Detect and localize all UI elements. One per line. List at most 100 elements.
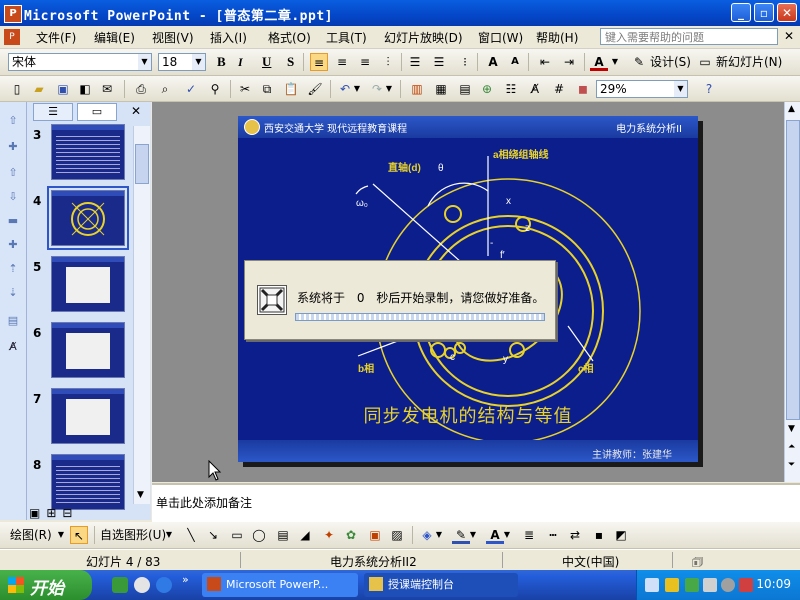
align-right-icon[interactable]: ≡ — [356, 53, 374, 71]
chevron-down-icon[interactable]: ▼ — [56, 526, 66, 544]
close-document-icon[interactable]: ✕ — [784, 29, 794, 43]
chevron-down-icon[interactable]: ▼ — [192, 54, 205, 70]
permission-icon[interactable]: ◧ — [76, 80, 94, 98]
notes-placeholder[interactable]: 单击此处添加备注 — [156, 494, 252, 511]
color-grayscale-icon[interactable]: ◼ — [574, 80, 592, 98]
align-left-icon[interactable]: ≡ — [310, 53, 328, 71]
autoshapes-button[interactable]: 自选图形(U) — [100, 526, 166, 544]
close-icon[interactable]: ✕ — [131, 104, 141, 118]
chevron-down-icon[interactable]: ▼ — [434, 526, 444, 544]
slide-thumbnail[interactable] — [51, 454, 125, 510]
tables-borders-icon[interactable]: ▤ — [456, 80, 474, 98]
close-button[interactable]: ✕ — [777, 3, 797, 22]
font-name-combo[interactable]: 宋体 ▼ — [8, 53, 152, 71]
tray-app-icon[interactable] — [739, 578, 753, 592]
arrow-up-icon[interactable]: ⇧ — [5, 114, 21, 128]
internet-explorer-icon[interactable] — [156, 577, 172, 593]
chevron-down-icon[interactable]: ▼ — [352, 80, 362, 98]
shadow-style-icon[interactable]: ▪ — [590, 526, 608, 544]
menu-help[interactable]: 帮助(H) — [536, 29, 578, 46]
help-icon[interactable]: ? — [700, 80, 718, 98]
menu-tools[interactable]: 工具(T) — [326, 29, 367, 46]
chevron-down-icon[interactable]: ▼ — [610, 53, 620, 71]
line-icon[interactable]: ╲ — [182, 526, 200, 544]
summary-slide-icon[interactable]: ▤ — [5, 314, 21, 328]
shadow-button[interactable]: S — [287, 53, 294, 71]
line-style-icon[interactable]: ≣ — [520, 526, 538, 544]
minus-icon[interactable]: ▬ — [5, 214, 21, 228]
menu-slideshow[interactable]: 幻灯片放映(D) — [384, 29, 463, 46]
chevron-up-icon[interactable]: ▲ — [788, 104, 795, 114]
research-icon[interactable]: ⚲ — [206, 80, 224, 98]
distribute-icon[interactable]: ⫶ — [379, 53, 397, 71]
new-slide-button[interactable]: 新幻灯片(N) — [716, 53, 782, 71]
pen-icon[interactable] — [665, 578, 679, 592]
volume-icon[interactable] — [721, 578, 735, 592]
cut-icon[interactable]: ✂ — [236, 80, 254, 98]
print-icon[interactable]: ⎙ — [132, 80, 150, 98]
scroll-thumb[interactable] — [786, 120, 800, 420]
chevron-down-icon[interactable]: ▼ — [674, 81, 687, 97]
menu-format[interactable]: 格式(O) — [268, 29, 311, 46]
expand-icon[interactable]: ⇣ — [5, 286, 21, 300]
align-center-icon[interactable]: ≡ — [333, 53, 351, 71]
decrease-indent-icon[interactable]: ⇤ — [536, 53, 554, 71]
chevron-down-icon[interactable]: ▼ — [164, 526, 174, 544]
chevron-down-icon[interactable]: ▼ — [468, 526, 478, 544]
monitor-icon[interactable] — [703, 578, 717, 592]
picture-icon[interactable]: ▨ — [388, 526, 406, 544]
diagram-icon[interactable]: ✦ — [320, 526, 338, 544]
menu-insert[interactable]: 插入(I) — [210, 29, 247, 46]
tab-outline[interactable]: ☰ — [33, 103, 73, 121]
numbering-icon[interactable]: ☰ — [406, 53, 424, 71]
bold-button[interactable]: B — [217, 53, 226, 71]
help-search-input[interactable]: 键入需要帮助的问题 — [600, 28, 778, 45]
increase-font-icon[interactable]: A — [484, 53, 502, 71]
save-icon[interactable]: ▣ — [54, 80, 72, 98]
insert-chart-icon[interactable]: ▥ — [408, 80, 426, 98]
underline-button[interactable]: U — [262, 53, 271, 71]
new-slide-icon[interactable]: ▭ — [696, 53, 714, 71]
show-formatting-icon[interactable]: A̸ — [5, 340, 21, 354]
chevron-down-icon[interactable]: ▼ — [788, 424, 795, 434]
slide-sorter-icon[interactable]: ⊞ — [46, 506, 56, 520]
select-objects-icon[interactable]: ↖ — [70, 526, 88, 544]
title-bar[interactable]: P Microsoft PowerPoint - [普态第二章.ppt] _ ▫… — [0, 0, 800, 26]
textbox-icon[interactable]: ▤ — [274, 526, 292, 544]
arrow-up-icon[interactable]: ⇧ — [5, 166, 21, 180]
quicklaunch-more-icon[interactable]: » — [182, 573, 189, 586]
menu-window[interactable]: 窗口(W) — [478, 29, 523, 46]
menu-file[interactable]: 文件(F) — [36, 29, 76, 46]
rectangle-icon[interactable]: ▭ — [228, 526, 246, 544]
show-grid-icon[interactable]: # — [550, 80, 568, 98]
arrow-icon[interactable]: ↘ — [204, 526, 222, 544]
italic-button[interactable]: I — [238, 53, 243, 71]
language-bar-icon[interactable] — [645, 578, 659, 592]
font-color-icon[interactable]: A — [590, 53, 608, 71]
plus-icon[interactable]: ✚ — [5, 238, 21, 252]
bullets-icon[interactable]: ☰ — [430, 53, 448, 71]
wordart-icon[interactable]: ◢ — [296, 526, 314, 544]
maximize-button[interactable]: ▫ — [754, 3, 774, 22]
insert-table-icon[interactable]: ▦ — [432, 80, 450, 98]
clipart-icon[interactable]: ✿ — [342, 526, 360, 544]
editor-scrollbar[interactable]: ▲ ▼ ⏶ ⏷ — [784, 102, 800, 482]
draw-menu-button[interactable]: 绘图(R) — [10, 526, 52, 544]
slideshow-icon[interactable]: ⊟ — [62, 506, 72, 520]
chevron-down-icon[interactable]: ▼ — [502, 526, 512, 544]
copy-icon[interactable]: ⧉ — [258, 80, 276, 98]
security-shield-icon[interactable] — [112, 577, 128, 593]
font-size-combo[interactable]: 18 ▼ — [158, 53, 206, 71]
slide-thumbnail[interactable] — [51, 322, 125, 378]
arrow-style-icon[interactable]: ⇄ — [566, 526, 584, 544]
slide-thumbnail[interactable] — [47, 186, 129, 250]
paste-icon[interactable]: 📋 — [282, 80, 300, 98]
slide-thumbnail[interactable] — [51, 124, 125, 180]
oval-icon[interactable]: ◯ — [250, 526, 268, 544]
document-menu-icon[interactable]: P — [4, 29, 20, 45]
plus-icon[interactable]: ✚ — [5, 140, 21, 154]
chevron-down-icon[interactable]: ▼ — [384, 80, 394, 98]
menu-view[interactable]: 视图(V) — [152, 29, 194, 46]
network-icon[interactable] — [685, 578, 699, 592]
zoom-combo[interactable]: 29% ▼ — [596, 80, 688, 98]
